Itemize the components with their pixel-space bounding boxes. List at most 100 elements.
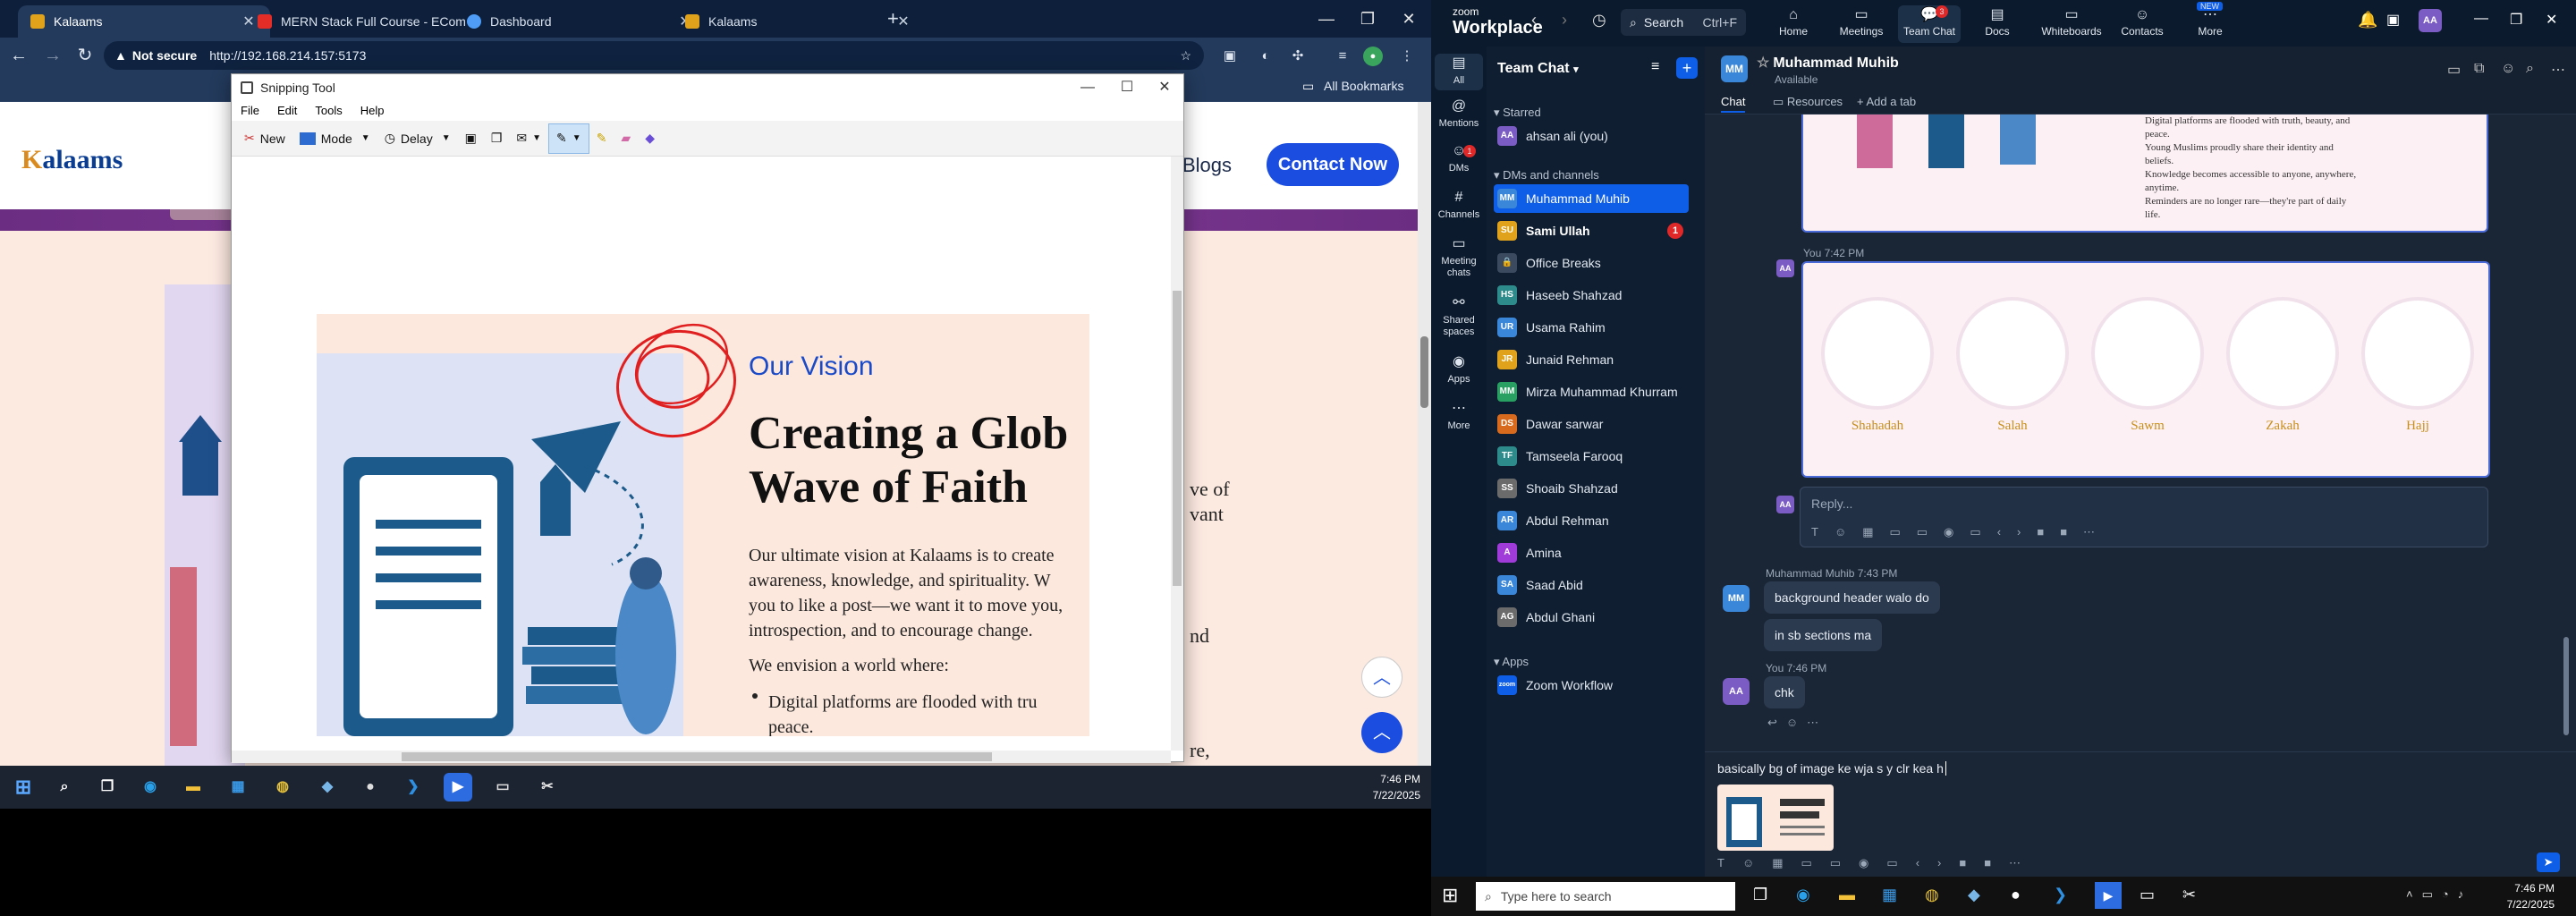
add-tab-button[interactable]: + Add a tab bbox=[1857, 95, 1916, 108]
new-chat-button[interactable]: + bbox=[1676, 57, 1698, 79]
list-item-contact[interactable]: SU Sami Ullah 1 bbox=[1494, 216, 1689, 245]
zoom-taskbar-icon[interactable]: ▶ bbox=[2095, 882, 2122, 909]
add-member-icon[interactable]: ☺ bbox=[2501, 61, 2515, 77]
terminal-icon[interactable]: ▭ bbox=[488, 773, 517, 802]
nav-home[interactable]: ⌂ Home bbox=[1762, 5, 1825, 43]
rail-meeting-chats[interactable]: ▭ Meeting chats bbox=[1435, 237, 1483, 279]
rail-dms[interactable]: ☺ DMs 1 bbox=[1435, 144, 1483, 174]
image-card-pillars[interactable]: Shahadah Salah Sawm Zakah Hajj bbox=[1801, 261, 2490, 478]
chrome-icon[interactable]: ◍ bbox=[1925, 886, 1939, 904]
github-icon[interactable]: ● bbox=[2011, 886, 2021, 904]
store-icon[interactable]: ▦ bbox=[1882, 886, 1897, 904]
send-icon[interactable]: ✉ ▼ bbox=[509, 123, 548, 154]
taskbar-clock[interactable]: 7:46 PM 7/22/2025 bbox=[2478, 880, 2555, 912]
image-card-top[interactable]: Digital platforms are flooded with truth… bbox=[1801, 114, 2488, 233]
list-item-contact[interactable]: DS Dawar sarwar bbox=[1494, 410, 1689, 438]
extension-icon[interactable]: ▣ bbox=[1220, 47, 1240, 66]
tab-dashboard[interactable]: Dashboard ✕ bbox=[454, 5, 707, 38]
puzzle-extensions-icon[interactable]: ✣ bbox=[1288, 47, 1308, 66]
file-explorer-icon[interactable]: ▬ bbox=[179, 773, 208, 802]
edge-icon[interactable]: ◉ bbox=[1796, 886, 1810, 904]
rail-channels[interactable]: # Channels bbox=[1435, 191, 1483, 221]
avatar[interactable]: AA bbox=[2419, 9, 2442, 32]
windows-start-icon[interactable]: ⊞ bbox=[9, 773, 38, 802]
rail-all[interactable]: ▤ All bbox=[1435, 54, 1483, 90]
list-item-contact[interactable]: 🔒 Office Breaks bbox=[1494, 249, 1689, 277]
extension-icon[interactable]: ◐ bbox=[1256, 47, 1275, 66]
list-item-starred[interactable]: AA ahsan ali (you) bbox=[1494, 122, 1689, 150]
terminal-icon[interactable]: ▭ bbox=[2140, 886, 2155, 904]
filter-icon[interactable]: ≡ bbox=[1651, 59, 1659, 75]
chat-scrollbar[interactable] bbox=[2563, 637, 2569, 735]
vscode-icon[interactable]: ❯ bbox=[2054, 886, 2067, 904]
rail-more[interactable]: ⋯ More bbox=[1435, 402, 1483, 432]
site-logo[interactable]: Kalaams bbox=[21, 145, 123, 175]
avatar[interactable]: MM bbox=[1721, 55, 1748, 82]
rail-shared-spaces[interactable]: ⚯ Shared spaces bbox=[1435, 296, 1483, 338]
extension-icon[interactable]: ≡ bbox=[1333, 47, 1352, 66]
reply-box[interactable]: Reply... T☺▦▭▭◉▭‹›■■⋯ bbox=[1800, 487, 2488, 547]
more-icon[interactable]: ⋯ bbox=[2551, 61, 2565, 79]
menu-edit[interactable]: Edit bbox=[268, 101, 306, 121]
list-item-contact[interactable]: UR Usama Rahim bbox=[1494, 313, 1689, 342]
taskbar-search-box[interactable]: ⌕ Type here to search bbox=[1476, 882, 1735, 911]
menu-help[interactable]: Help bbox=[352, 101, 394, 121]
scroll-top-button[interactable]: ︿ bbox=[1361, 712, 1402, 753]
list-item-contact[interactable]: SS Shoaib Shahzad bbox=[1494, 474, 1689, 503]
video-icon[interactable]: ▭ bbox=[2447, 61, 2461, 79]
app-icon[interactable]: ◆ bbox=[313, 773, 342, 802]
app-icon[interactable]: ◆ bbox=[1968, 886, 1980, 904]
list-item-contact[interactable]: AR Abdul Rehman bbox=[1494, 506, 1689, 535]
file-explorer-icon[interactable]: ▬ bbox=[1839, 886, 1855, 904]
snipping-taskbar-icon[interactable]: ✂ bbox=[533, 773, 562, 802]
delay-button[interactable]: ◷ Delay ▼ bbox=[377, 123, 458, 154]
list-item-contact[interactable]: TF Tamseela Farooq bbox=[1494, 442, 1689, 471]
forward-icon[interactable]: → bbox=[39, 43, 66, 68]
address-bar[interactable]: ▲ Not secure http://192.168.214.157:5173 … bbox=[104, 41, 1204, 70]
scrollbar-thumb[interactable] bbox=[1420, 336, 1428, 408]
search-icon[interactable]: ⌕ bbox=[50, 773, 79, 802]
tab-resources[interactable]: ▭ Resources bbox=[1773, 95, 1843, 109]
close-window-icon[interactable]: ✕ bbox=[1388, 5, 1429, 32]
list-item-contact[interactable]: MM Muhammad Muhib bbox=[1494, 184, 1689, 213]
message-bubble[interactable]: background header walo do bbox=[1764, 581, 1940, 614]
section-dms[interactable]: ▾ DMs and channels bbox=[1494, 168, 1599, 182]
new-tab-button[interactable]: + bbox=[887, 7, 899, 30]
snipping-taskbar-icon[interactable]: ✂ bbox=[2182, 886, 2196, 904]
calendar-icon[interactable]: ▣ bbox=[2386, 11, 2400, 29]
composer-input[interactable]: basically bg of image ke wja s y clr kea… bbox=[1717, 761, 1946, 776]
zoom-search[interactable]: ⌕ Search Ctrl+F bbox=[1621, 9, 1746, 36]
star-icon[interactable]: ☆ bbox=[1757, 55, 1769, 71]
maximize-icon[interactable]: ❐ bbox=[1347, 5, 1388, 32]
star-bookmark-icon[interactable]: ☆ bbox=[1180, 48, 1191, 64]
profile-avatar[interactable]: ● bbox=[1363, 47, 1383, 66]
menu-kebab-icon[interactable]: ⋮ bbox=[1397, 47, 1417, 66]
page-scrollbar[interactable] bbox=[1418, 102, 1431, 766]
composer-toolbar-icons[interactable]: T☺▦▭▭◉▭‹›■■⋯ bbox=[1717, 856, 2038, 870]
nav-blogs-link[interactable]: Blogs bbox=[1182, 154, 1232, 177]
share-screen-icon[interactable]: ⧉ bbox=[2474, 61, 2484, 77]
highlighter-icon[interactable]: ✎ bbox=[589, 123, 614, 154]
save-icon[interactable]: ▣ bbox=[458, 123, 484, 154]
vscode-icon[interactable]: ❯ bbox=[399, 773, 428, 802]
chrome-icon[interactable]: ◍ bbox=[268, 773, 297, 802]
minimize-icon[interactable]: — bbox=[1067, 74, 1108, 101]
list-item-contact[interactable]: A Amina bbox=[1494, 539, 1689, 567]
mode-button[interactable]: Mode ▼ bbox=[292, 123, 377, 154]
edge-icon[interactable]: ◉ bbox=[136, 773, 165, 802]
bell-icon[interactable]: 🔔 bbox=[2358, 11, 2377, 30]
message-bubble[interactable]: chk bbox=[1764, 676, 1805, 708]
eraser-icon[interactable]: ▰ bbox=[614, 123, 638, 154]
team-chat-title[interactable]: Team Chat ▾ bbox=[1497, 61, 1579, 77]
snip-vertical-scrollbar[interactable] bbox=[1171, 157, 1183, 751]
close-window-icon[interactable]: ✕ bbox=[2546, 11, 2557, 29]
menu-file[interactable]: File bbox=[232, 101, 268, 121]
not-secure-badge[interactable]: ▲ Not secure bbox=[114, 48, 197, 63]
section-apps[interactable]: ▾ Apps bbox=[1494, 655, 1529, 669]
minimize-icon[interactable]: — bbox=[1306, 5, 1347, 32]
list-item-contact[interactable]: HS Haseeb Shahzad bbox=[1494, 281, 1689, 310]
task-view-icon[interactable]: ❐ bbox=[93, 773, 122, 802]
rail-mentions[interactable]: @ Mentions bbox=[1435, 99, 1483, 130]
taskbar-clock[interactable]: 7:46 PM 7/22/2025 bbox=[1342, 771, 1420, 803]
close-window-icon[interactable]: ✕ bbox=[1144, 74, 1185, 101]
